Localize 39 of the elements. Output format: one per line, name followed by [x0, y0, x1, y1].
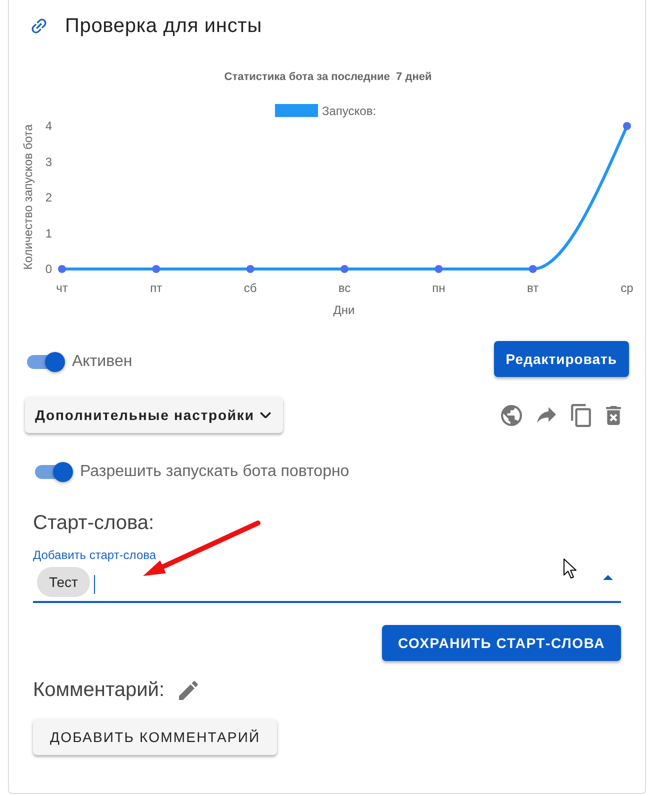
y-tick-label: 2	[45, 190, 52, 204]
pencil-icon[interactable]	[178, 680, 198, 700]
card-title: Проверка для инсты	[65, 14, 262, 39]
copy-icon[interactable]	[571, 404, 591, 426]
x-tick-label: вт	[527, 281, 539, 295]
save-words-button[interactable]: СОХРАНИТЬ СТАРТ-СЛОВА	[382, 625, 621, 661]
word-chip[interactable]: Тест	[37, 567, 90, 597]
delete-icon[interactable]	[606, 406, 621, 424]
link-icon	[30, 17, 48, 35]
mouse-pointer-icon	[563, 558, 577, 579]
switch-label: Разрешить запускать бота повторно	[80, 462, 350, 482]
start-words-field[interactable]: Добавить старт-слова Тест	[33, 548, 621, 603]
y-tick-label: 3	[45, 154, 52, 169]
dropdown-triangle-icon[interactable]	[603, 574, 613, 580]
y-tick-label: 1	[45, 226, 52, 240]
text-caret-icon	[94, 574, 96, 594]
toggle-switch[interactable]	[27, 352, 65, 372]
x-tick-label: чт	[56, 281, 68, 295]
field-label: Добавить старт-слова	[33, 548, 156, 562]
edit-button[interactable]: Редактировать	[494, 341, 629, 377]
section-heading: Комментарий:	[33, 678, 165, 703]
x-tick-label: сб	[244, 281, 257, 295]
y-tick-label: 4	[45, 119, 52, 133]
settings-dropdown-button[interactable]: Дополнительные настройки	[25, 397, 284, 433]
add-comment-button[interactable]: ДОБАВИТЬ КОММЕНТАРИЙ	[33, 719, 278, 755]
globe-icon[interactable]	[501, 404, 522, 426]
x-tick-label: вс	[338, 281, 351, 295]
legend-label: Запусков:	[322, 104, 376, 118]
chart-title: Статистика бота за последние 7 дней	[224, 71, 432, 83]
y-tick-label: 0	[45, 262, 52, 276]
toggle-switch[interactable]	[35, 462, 73, 482]
x-axis-title: Дни	[333, 303, 355, 317]
x-tick-label: пн	[432, 281, 446, 295]
switch-label: Активен	[72, 352, 132, 372]
x-tick-label: пт	[150, 281, 162, 295]
share-icon[interactable]	[537, 407, 556, 423]
x-tick-label: ср	[620, 281, 634, 295]
y-axis-title: Количество запусков бота	[21, 124, 35, 270]
section-heading: Старт-слова:	[33, 511, 154, 536]
